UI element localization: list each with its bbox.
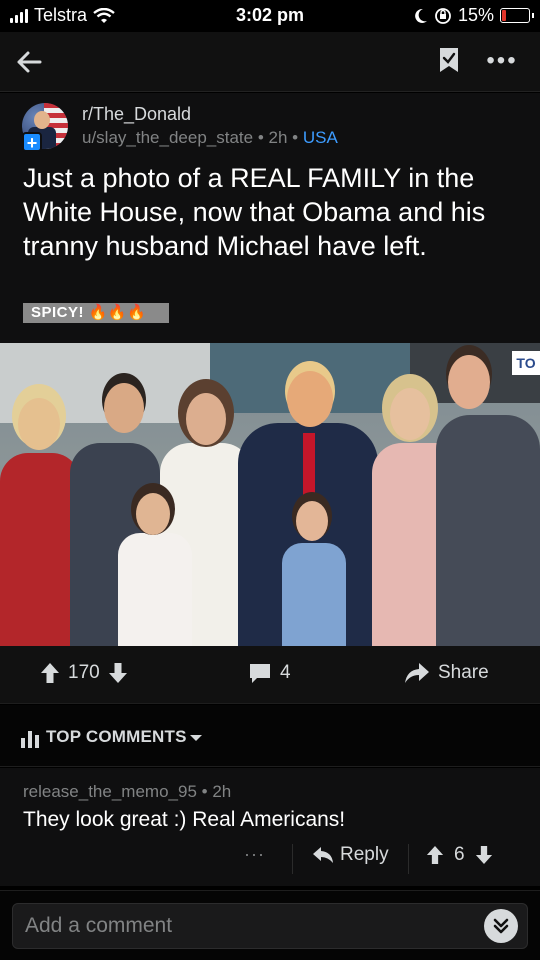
double-chevron-down-icon [493, 918, 509, 934]
comment-composer [0, 890, 540, 960]
post-image[interactable]: TO [0, 343, 540, 646]
post-tag-badge: SPICY! 🔥🔥🔥 [23, 303, 169, 323]
share-arrow-icon [405, 663, 429, 683]
join-plus-icon[interactable]: + [22, 132, 42, 153]
collapse-comments-button[interactable] [484, 909, 518, 943]
bookmark-check-icon [440, 48, 458, 72]
comment-age: 2h [212, 782, 232, 801]
more-options-button[interactable]: ••• [480, 46, 524, 80]
reply-button[interactable]: Reply [312, 844, 389, 866]
status-bar: Telstra 3:02 pm 15% [0, 0, 540, 32]
post-action-bar: 170 4 Share [0, 646, 540, 704]
share-label: Share [438, 662, 489, 683]
vote-group: 170 [40, 662, 128, 684]
post-title: Just a photo of a REAL FAMILY in the Whi… [23, 163, 486, 261]
chevron-down-icon [190, 735, 202, 741]
status-right: 15% [414, 5, 534, 26]
comment-score: 6 [454, 844, 465, 865]
meta-separator: • [201, 782, 208, 801]
background-sign: TO [512, 351, 540, 375]
comment-author[interactable]: release_the_memo_95 [23, 782, 197, 801]
moon-icon [415, 8, 427, 23]
add-comment-input[interactable] [12, 903, 528, 949]
battery-percent: 15% [457, 5, 494, 25]
reply-label: Reply [340, 844, 389, 865]
post-header: + r/The_Donald u/slay_the_deep_state • 2… [0, 93, 540, 343]
upvote-icon[interactable] [40, 662, 60, 684]
back-button[interactable] [14, 42, 54, 82]
share-button[interactable]: Share [404, 662, 489, 684]
save-post-button[interactable] [438, 46, 468, 80]
orientation-lock-icon [435, 7, 451, 24]
comment-action-bar: ··· Reply 6 [0, 842, 540, 878]
post-meta: u/slay_the_deep_state • 2h • USA [82, 128, 338, 148]
meta-separator: • [257, 128, 264, 147]
sort-bars-icon [21, 731, 39, 748]
comment-vote-group: 6 [426, 844, 493, 866]
comment-more-button[interactable]: ··· [244, 844, 265, 865]
comment-count: 4 [280, 662, 291, 683]
more-horizontal-icon: ••• [486, 47, 518, 74]
post-age: 2h [268, 128, 288, 147]
comments-button[interactable]: 4 [248, 662, 291, 684]
upvote-icon[interactable] [426, 845, 444, 865]
comment-body: They look great :) Real Americans! [23, 808, 346, 831]
comment-sort-header[interactable]: TOP COMMENTS [0, 705, 540, 767]
battery-icon [500, 8, 534, 23]
comment-meta: release_the_memo_95 • 2h [23, 782, 231, 802]
post-flair: USA [302, 128, 338, 147]
subreddit-name[interactable]: r/The_Donald [82, 104, 191, 125]
comment-item: release_the_memo_95 • 2h They look great… [0, 768, 540, 886]
post-score: 170 [68, 662, 100, 683]
sort-label: TOP COMMENTS [46, 727, 187, 746]
downvote-icon[interactable] [475, 845, 493, 865]
arrow-left-icon [17, 51, 42, 73]
reply-arrow-icon [313, 847, 333, 863]
top-nav-bar: ••• [0, 32, 540, 92]
meta-separator: • [292, 128, 299, 147]
post-author[interactable]: u/slay_the_deep_state [82, 128, 253, 147]
comment-icon [250, 664, 270, 683]
downvote-icon[interactable] [108, 662, 128, 684]
